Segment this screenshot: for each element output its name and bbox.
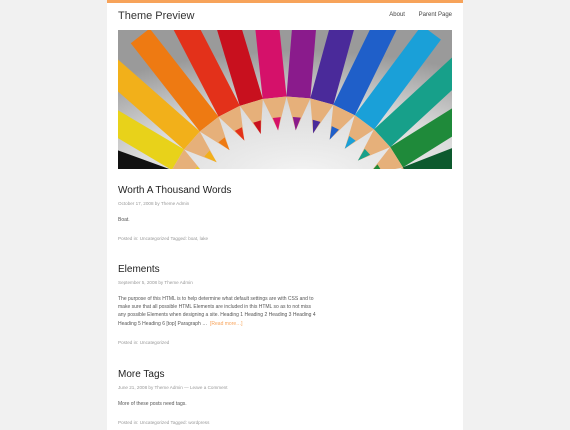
main-nav: About Parent Page bbox=[377, 12, 452, 18]
post-date[interactable]: June 21, 2008 bbox=[118, 385, 147, 390]
posted-in-label: Posted in: bbox=[118, 236, 139, 242]
post-by: by bbox=[158, 280, 164, 285]
category-link[interactable]: Uncategorized bbox=[140, 340, 170, 345]
post-excerpt: The purpose of this HTML is to help dete… bbox=[118, 295, 333, 328]
post-excerpt: More of these posts need tags. bbox=[118, 401, 187, 407]
posted-in-label: Posted in: bbox=[118, 339, 139, 345]
header-image bbox=[118, 30, 452, 169]
post-worth-a-thousand-words: Worth A Thousand Words October 17, 2008 … bbox=[118, 185, 438, 241]
nav-item-parent-page[interactable]: Parent Page bbox=[419, 12, 452, 18]
post-author[interactable]: Theme Admin bbox=[161, 201, 189, 206]
tagged-label: Tagged: bbox=[170, 236, 187, 242]
post-author[interactable]: Theme Admin bbox=[154, 385, 182, 390]
colored-pencils-image bbox=[118, 30, 452, 169]
post-meta: October 17, 2008 by Theme Admin bbox=[118, 201, 438, 206]
post-date[interactable]: October 17, 2008 bbox=[118, 201, 154, 206]
site-title[interactable]: Theme Preview bbox=[118, 10, 194, 22]
excerpt-line: make sure that all possible HTML Element… bbox=[118, 304, 312, 311]
post-by: by bbox=[154, 201, 160, 206]
post-footer: Posted in: Uncategorized Tagged: wordpre… bbox=[118, 420, 438, 425]
excerpt-line-last: Heading 5 Heading 6 [top] Paragraph … [R… bbox=[118, 320, 333, 328]
tagged-label: Tagged: bbox=[170, 420, 187, 426]
page-container: Theme Preview About Parent Page Worth A … bbox=[107, 0, 463, 430]
post-footer: Posted in: Uncategorized Tagged: boat, l… bbox=[118, 236, 438, 241]
post-title[interactable]: Worth A Thousand Words bbox=[118, 185, 438, 196]
post-more-tags: More Tags June 21, 2008 by Theme Admin —… bbox=[118, 369, 438, 425]
post-by: by bbox=[148, 385, 154, 390]
post-elements: Elements September 5, 2008 by Theme Admi… bbox=[118, 264, 438, 345]
post-meta: September 5, 2008 by Theme Admin bbox=[118, 280, 438, 285]
excerpt-line: any possible Elements when designing a s… bbox=[118, 312, 316, 319]
nav-item-about[interactable]: About bbox=[389, 12, 405, 18]
post-date[interactable]: September 5, 2008 bbox=[118, 280, 157, 285]
excerpt-line: The purpose of this HTML is to help dete… bbox=[118, 296, 314, 302]
post-title[interactable]: Elements bbox=[118, 264, 438, 275]
meta-separator: — bbox=[184, 385, 189, 390]
post-author[interactable]: Theme Admin bbox=[164, 280, 192, 285]
category-link[interactable]: Uncategorized bbox=[140, 420, 170, 425]
post-footer: Posted in: Uncategorized bbox=[118, 340, 438, 345]
post-meta: June 21, 2008 by Theme Admin — Leave a C… bbox=[118, 385, 438, 390]
post-title[interactable]: More Tags bbox=[118, 369, 438, 380]
post-excerpt: Boat. bbox=[118, 217, 130, 223]
tag-links[interactable]: boat, lake bbox=[188, 236, 208, 241]
site-header: Theme Preview About Parent Page bbox=[107, 3, 463, 30]
posted-in-label: Posted in: bbox=[118, 420, 139, 426]
excerpt-line: Heading 5 Heading 6 [top] Paragraph … bbox=[118, 320, 208, 327]
category-link[interactable]: Uncategorized bbox=[140, 236, 170, 241]
leave-comment-link[interactable]: Leave a Comment bbox=[190, 385, 228, 390]
tag-links[interactable]: wordpress bbox=[188, 420, 209, 425]
read-more-link[interactable]: [Read more…] bbox=[210, 321, 243, 327]
